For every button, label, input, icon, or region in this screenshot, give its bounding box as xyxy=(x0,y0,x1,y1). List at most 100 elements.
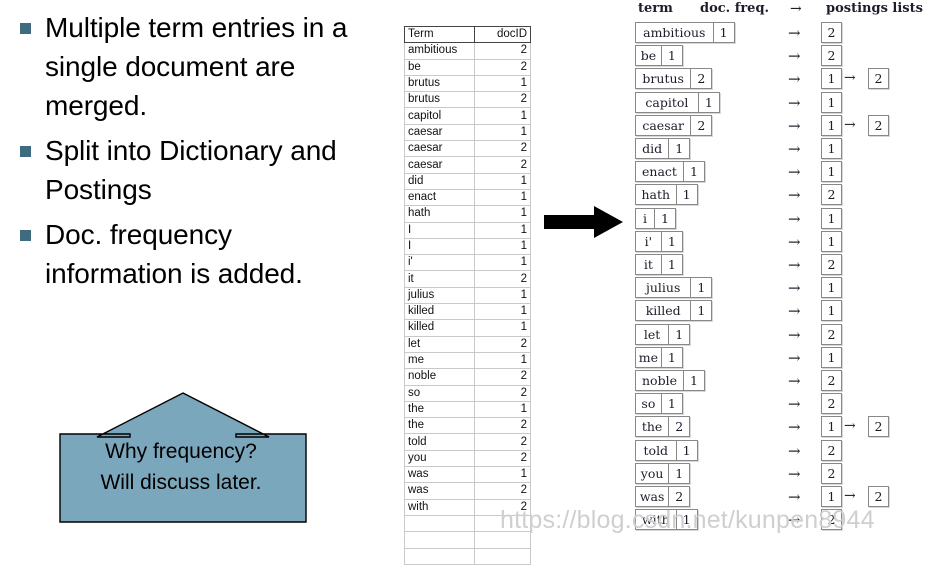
row-arrow-icon: → xyxy=(788,325,801,344)
posting-docid-cell[interactable]: 1 xyxy=(821,114,842,136)
table-row: enact 1 xyxy=(404,188,532,207)
row-arrow-icon: → xyxy=(788,441,801,460)
posting-docid-cell[interactable]: 1 xyxy=(821,161,842,183)
table-row: brutus 2 xyxy=(404,91,532,109)
dictionary-doc-freq-cell[interactable]: 1 xyxy=(668,323,691,345)
posting-docid-cell[interactable]: 2 xyxy=(821,370,842,391)
inverted-index-header: term doc. freq. → postings lists xyxy=(628,1,929,19)
posting-docid-cell[interactable]: 1 xyxy=(821,207,842,229)
cell-docid: 1 xyxy=(473,319,532,337)
posting-docid-cell[interactable]: 2 xyxy=(821,393,842,415)
dictionary-doc-freq-cell[interactable]: 1 xyxy=(660,230,683,252)
posting-docid-cell[interactable]: 2 xyxy=(821,45,842,67)
posting-docid-cell[interactable]: 2 xyxy=(868,68,889,90)
dictionary-term-cell[interactable]: enact xyxy=(635,161,684,183)
dictionary-doc-freq-cell[interactable]: 1 xyxy=(690,300,713,322)
cell-term: you xyxy=(404,449,475,468)
posting-docid-cell[interactable]: 1 xyxy=(821,230,842,252)
posting-docid-cell[interactable]: 1 xyxy=(821,346,842,368)
dictionary-doc-freq-cell[interactable]: 1 xyxy=(683,161,705,183)
dictionary-doc-freq-cell[interactable]: 1 xyxy=(654,207,676,229)
dictionary-doc-freq-cell[interactable]: 1 xyxy=(675,439,698,461)
posting-docid-cell[interactable]: 2 xyxy=(821,439,842,461)
dictionary-term-cell[interactable]: the xyxy=(635,416,670,438)
posting-docid-cell[interactable]: 2 xyxy=(821,184,842,206)
callout-line-1: Why frequency? xyxy=(105,440,257,463)
posting-docid-cell[interactable]: 2 xyxy=(868,486,889,507)
posting-docid-cell[interactable]: 2 xyxy=(868,114,889,136)
dictionary-doc-freq-cell[interactable]: 2 xyxy=(690,114,713,136)
dictionary-doc-freq-cell[interactable]: 1 xyxy=(675,184,698,206)
posting-docid-cell[interactable]: 1 xyxy=(821,486,842,507)
dictionary-term-cell[interactable]: ambitious xyxy=(635,22,714,43)
row-arrow-icon: → xyxy=(788,511,801,530)
dictionary-term-cell[interactable]: i xyxy=(635,207,655,229)
dictionary-term-cell[interactable]: did xyxy=(635,138,670,159)
posting-docid-cell[interactable]: 1 xyxy=(821,277,842,299)
dictionary-term-cell[interactable]: was xyxy=(635,486,670,507)
dictionary-doc-freq-cell[interactable]: 1 xyxy=(668,462,691,484)
table-row: be 2 xyxy=(404,58,532,76)
posting-docid-cell[interactable]: 2 xyxy=(821,462,842,484)
posting-docid-cell[interactable]: 1 xyxy=(821,138,842,159)
posting-docid-cell[interactable]: 2 xyxy=(821,254,842,275)
index-entry-row: the 2 → 1 → 2 xyxy=(628,416,929,439)
index-entry-row: brutus 2 → 1 → 2 xyxy=(628,68,929,91)
dictionary-doc-freq-cell[interactable]: 1 xyxy=(668,138,691,159)
dictionary-term-cell[interactable]: julius xyxy=(635,277,692,299)
cell-docid: 2 xyxy=(473,384,532,402)
posting-docid-cell[interactable]: 1 xyxy=(821,416,842,438)
dictionary-doc-freq-cell[interactable]: 1 xyxy=(690,277,713,299)
row-arrow-icon: → xyxy=(788,418,801,437)
index-entry-row: with 1 → 2 xyxy=(628,509,929,532)
posting-docid-cell[interactable]: 2 xyxy=(821,22,842,43)
dictionary-term-cell[interactable]: with xyxy=(635,509,677,531)
dictionary-term-cell[interactable]: be xyxy=(635,45,662,67)
dictionary-doc-freq-cell[interactable]: 1 xyxy=(660,346,683,368)
dictionary-doc-freq-cell[interactable]: 2 xyxy=(668,416,691,438)
dictionary-term-cell[interactable]: killed xyxy=(635,300,692,322)
posting-docid-cell[interactable]: 1 xyxy=(821,91,842,113)
dictionary-term-cell[interactable]: caesar xyxy=(635,114,692,136)
dictionary-doc-freq-cell[interactable]: 1 xyxy=(697,91,720,113)
posting-docid-cell[interactable]: 2 xyxy=(821,323,842,345)
posting-docid-cell[interactable]: 2 xyxy=(868,416,889,438)
dictionary-doc-freq-cell[interactable]: 2 xyxy=(690,68,713,90)
table-row: i' 1 xyxy=(404,254,532,272)
posting-docid-cell[interactable]: 1 xyxy=(821,300,842,322)
posting-docid-cell[interactable]: 2 xyxy=(821,509,842,531)
table-row: did 1 xyxy=(404,172,532,190)
table-row: caesar 2 xyxy=(404,156,532,174)
dictionary-term-cell[interactable]: i' xyxy=(635,230,662,252)
dictionary-term-cell[interactable]: noble xyxy=(635,370,684,391)
index-entry-row: be 1 → 2 xyxy=(628,45,929,68)
cell-docid: 1 xyxy=(473,466,532,484)
dictionary-doc-freq-cell[interactable]: 1 xyxy=(675,509,698,531)
inverted-index: term doc. freq. → postings lists ambitio… xyxy=(628,0,929,544)
dictionary-doc-freq-cell[interactable]: 1 xyxy=(660,393,683,415)
dictionary-term-cell[interactable]: it xyxy=(635,254,662,275)
dictionary-doc-freq-cell[interactable]: 2 xyxy=(668,486,691,507)
dictionary-term-cell[interactable]: let xyxy=(635,323,670,345)
index-entry-row: was 2 → 1 → 2 xyxy=(628,486,929,509)
dictionary-term-cell[interactable]: so xyxy=(635,393,662,415)
cell-term: the xyxy=(404,417,475,435)
cell-term: enact xyxy=(404,188,475,207)
dictionary-doc-freq-cell[interactable]: 1 xyxy=(660,45,683,67)
dictionary-doc-freq-cell[interactable]: 1 xyxy=(683,370,705,391)
dictionary-term-cell[interactable]: brutus xyxy=(635,68,692,90)
dictionary-doc-freq-cell[interactable]: 1 xyxy=(660,254,683,275)
dictionary-term-cell[interactable]: hath xyxy=(635,184,677,206)
dictionary-term-cell[interactable]: me xyxy=(635,346,662,368)
bullet-item-1: Multiple term entries in a single docume… xyxy=(0,8,380,125)
index-entry-row: let 1 → 2 xyxy=(628,323,929,347)
dictionary-term-cell[interactable]: you xyxy=(635,462,670,484)
posting-docid-cell[interactable]: 1 xyxy=(821,68,842,90)
dictionary-term-cell[interactable]: capitol xyxy=(635,91,699,113)
dictionary-doc-freq-cell[interactable]: 1 xyxy=(712,22,735,43)
cell-docid: 2 xyxy=(473,498,532,516)
cell-docid: 1 xyxy=(473,303,532,321)
cell-docid: 2 xyxy=(473,270,532,288)
dictionary-term-cell[interactable]: told xyxy=(635,439,677,461)
table-row: capitol 1 xyxy=(404,107,532,125)
